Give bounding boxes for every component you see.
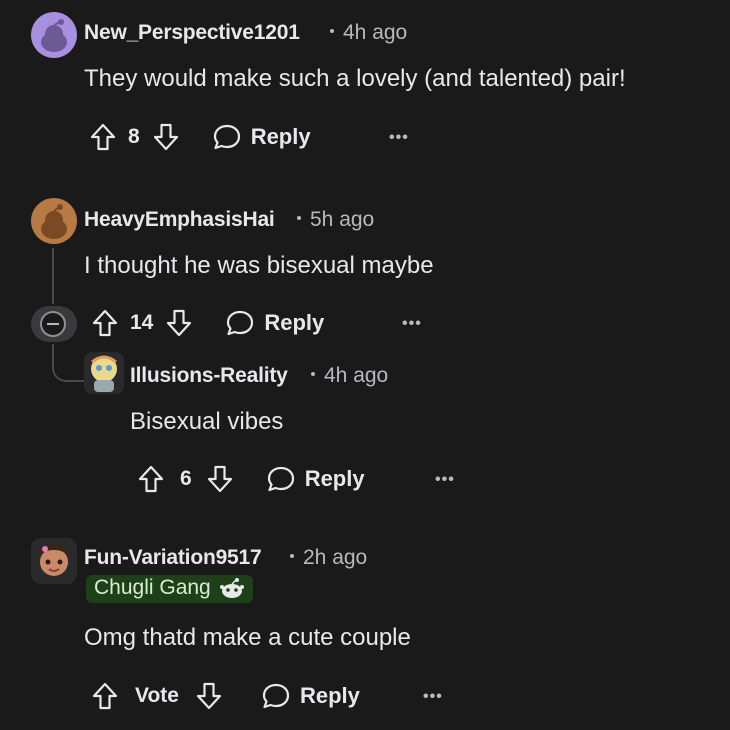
- flair-label: Chugli Gang: [94, 576, 211, 599]
- comment-text: Omg thatd make a cute couple: [84, 624, 411, 651]
- downvote-icon[interactable]: [152, 122, 180, 152]
- user-flair: Chugli Gang: [86, 575, 253, 603]
- downvote-icon[interactable]: [195, 681, 223, 711]
- timestamp: 2h ago: [290, 546, 367, 570]
- comment-text: They would make such a lovely (and talen…: [84, 65, 626, 92]
- more-options-icon[interactable]: •••: [435, 471, 455, 489]
- username[interactable]: Illusions-Reality: [130, 364, 288, 388]
- comment-actions: Vote Reply: [91, 676, 360, 716]
- upvote-icon[interactable]: [137, 464, 165, 494]
- upvote-icon[interactable]: [91, 308, 119, 338]
- avatar[interactable]: [31, 12, 77, 58]
- upvote-icon[interactable]: [89, 122, 117, 152]
- comment-bubble-icon: [227, 310, 254, 336]
- comment-actions: 6 Reply: [137, 459, 365, 499]
- comment-bubble-icon: [213, 124, 240, 150]
- vote-label: Vote: [135, 684, 179, 707]
- vote-count: 14: [130, 311, 154, 334]
- upvote-icon[interactable]: [91, 681, 119, 711]
- reply-button[interactable]: Reply: [225, 309, 324, 337]
- reply-label: Reply: [299, 683, 360, 708]
- comment-text: I thought he was bisexual maybe: [84, 252, 434, 279]
- downvote-icon[interactable]: [165, 308, 193, 338]
- comment-bubble-icon: [262, 683, 290, 709]
- reply-button[interactable]: Reply: [212, 123, 311, 151]
- more-options-icon[interactable]: •••: [389, 129, 409, 147]
- more-options-icon[interactable]: •••: [423, 688, 443, 706]
- comment-actions: 14 Reply: [91, 303, 324, 343]
- avatar[interactable]: [31, 198, 77, 244]
- timestamp: 5h ago: [297, 208, 374, 232]
- thread-line: [52, 248, 54, 304]
- reply-button[interactable]: Reply: [261, 682, 360, 710]
- username[interactable]: New_Perspective1201: [84, 21, 300, 45]
- snoo-icon: [219, 578, 244, 598]
- comment-text: Bisexual vibes: [130, 408, 284, 435]
- avatar[interactable]: [31, 538, 77, 584]
- reply-label: Reply: [250, 124, 311, 149]
- username[interactable]: HeavyEmphasisHai: [84, 208, 275, 232]
- vote-count: 6: [180, 467, 192, 490]
- avatar[interactable]: [84, 352, 124, 394]
- reply-button[interactable]: Reply: [266, 465, 365, 493]
- more-options-icon[interactable]: •••: [402, 315, 422, 333]
- username[interactable]: Fun-Variation9517: [84, 546, 262, 570]
- comment-actions: 8 Reply: [89, 117, 311, 157]
- reply-label: Reply: [264, 310, 325, 335]
- vote-count: 8: [128, 125, 140, 148]
- timestamp: 4h ago: [330, 21, 407, 45]
- reply-label: Reply: [304, 466, 365, 491]
- comment-bubble-icon: [267, 466, 294, 492]
- thread-connector: [52, 356, 84, 382]
- collapse-thread-button[interactable]: [31, 306, 77, 342]
- downvote-icon[interactable]: [206, 464, 234, 494]
- timestamp: 4h ago: [311, 364, 388, 388]
